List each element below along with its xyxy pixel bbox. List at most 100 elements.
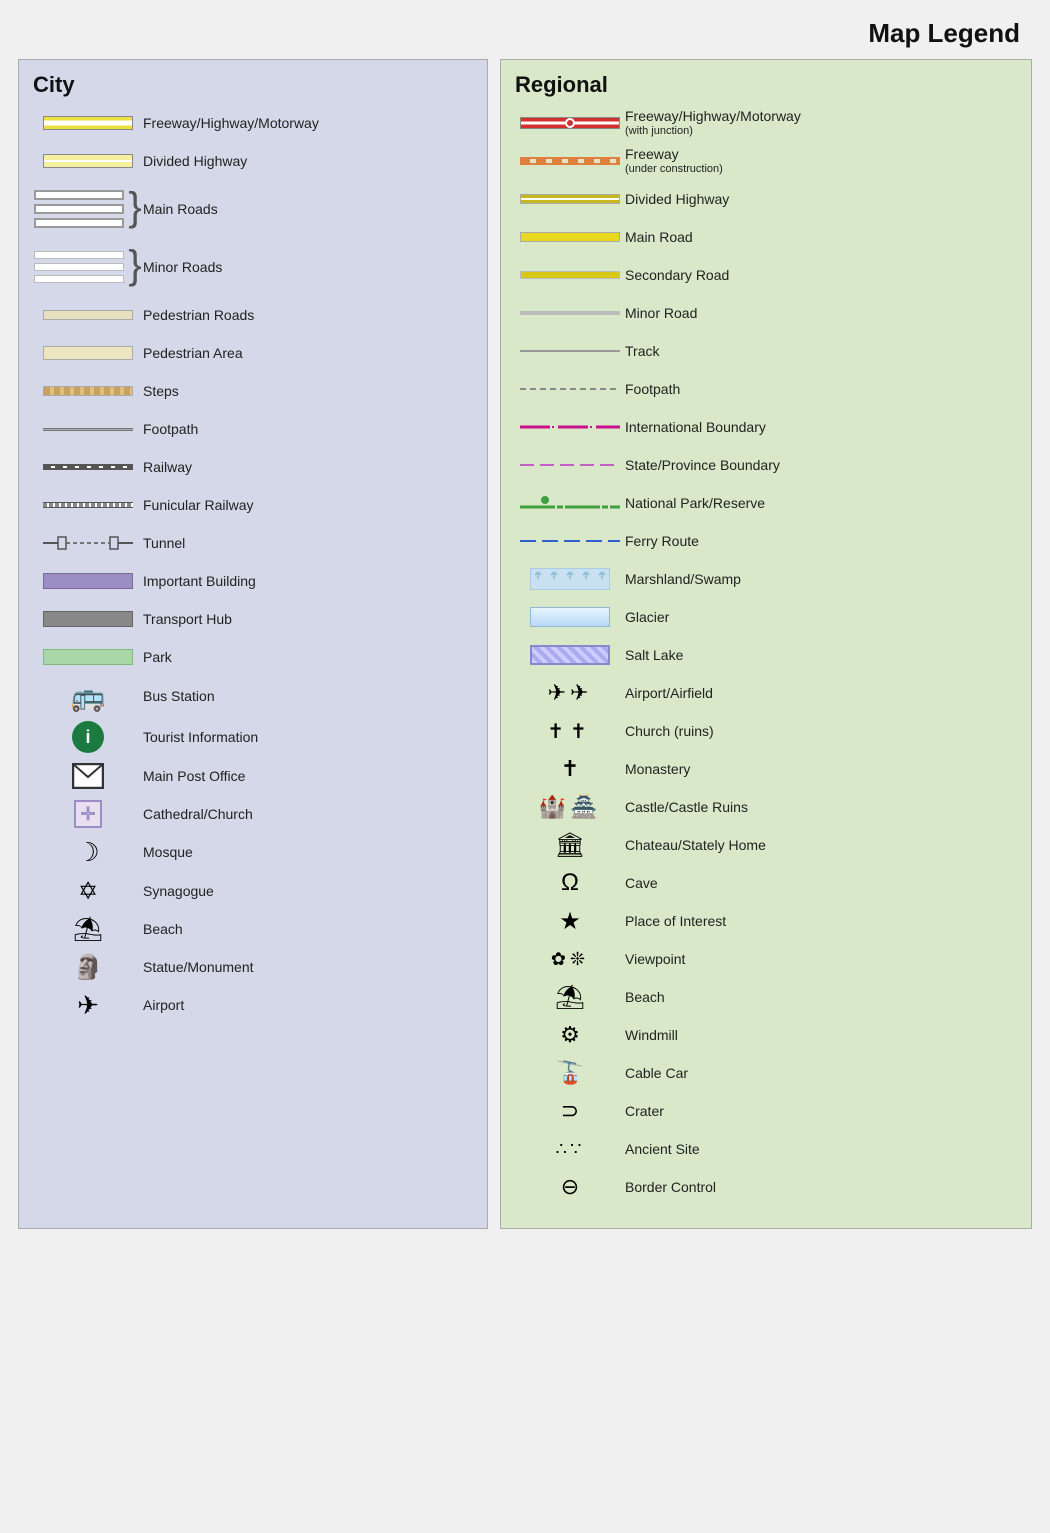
airplane-icon: ✈✈ (548, 680, 593, 706)
reg-viewpoint-symbol: ✿❊ (515, 949, 625, 970)
synagogue-label: Synagogue (143, 883, 214, 900)
cablecar-icon: 🚡 (556, 1060, 583, 1086)
reg-monastery-label: Monastery (625, 761, 690, 778)
reg-chateau-label: Chateau/Stately Home (625, 837, 766, 854)
list-item: ✈✈ Airport/Airfield (515, 678, 1017, 708)
list-item: Glacier (515, 602, 1017, 632)
chateau-icon: 🏛 (555, 831, 585, 860)
list-item: Secondary Road (515, 260, 1017, 290)
pedestrian-roads-label: Pedestrian Roads (143, 307, 254, 324)
reg-state-boundary-label: State/Province Boundary (625, 457, 780, 474)
tourist-info-label: Tourist Information (143, 729, 258, 746)
viewpoint-icon: ✿❊ (551, 949, 589, 970)
reg-airport-label: Airport/Airfield (625, 685, 713, 702)
mosque-label: Mosque (143, 844, 193, 861)
funicular-symbol (33, 502, 143, 508)
main-roads-label: Main Roads (143, 201, 218, 218)
list-item: i Tourist Information (33, 721, 473, 753)
reg-intl-boundary-symbol (515, 421, 625, 433)
freeway-label: Freeway/Highway/Motorway (143, 115, 319, 132)
star-icon: ★ (559, 907, 581, 936)
beach-city-label: Beach (143, 921, 183, 938)
reg-glacier-label: Glacier (625, 609, 669, 626)
list-item: Freeway (under construction) (515, 146, 1017, 176)
list-item: } Minor Roads (33, 242, 473, 292)
reg-cablecar-symbol: 🚡 (515, 1060, 625, 1086)
list-item: ✝✝ Church (ruins) (515, 716, 1017, 746)
reg-crater-label: Crater (625, 1103, 664, 1120)
envelope-icon (72, 763, 104, 789)
reg-cave-symbol: Ω (515, 869, 625, 897)
list-item: Park (33, 642, 473, 672)
important-building-label: Important Building (143, 573, 256, 590)
reg-monastery-symbol: ✝ (515, 756, 625, 782)
reg-secondary-label: Secondary Road (625, 267, 729, 284)
statue-label: Statue/Monument (143, 959, 254, 976)
reg-crater-symbol: ⊃ (515, 1098, 625, 1124)
crater-icon: ⊃ (561, 1098, 579, 1124)
castle-icon: 🏰🏯 (539, 794, 602, 820)
reg-nat-park-label: National Park/Reserve (625, 495, 765, 512)
regional-heading: Regional (515, 72, 1017, 98)
church-icon: ✝✝ (547, 719, 593, 744)
reg-freeway-label: Freeway/Highway/Motorway(with junction) (625, 108, 801, 138)
cathedral-label: Cathedral/Church (143, 806, 253, 823)
beach-city-symbol: ⛱ (33, 915, 143, 944)
list-item: Pedestrian Area (33, 338, 473, 368)
synagogue-symbol: ✡ (33, 877, 143, 906)
list-item: ★ Place of Interest (515, 906, 1017, 936)
list-item: Footpath (515, 374, 1017, 404)
cathedral-symbol: ✛ (33, 800, 143, 828)
bus-icon: 🚌 (71, 680, 106, 713)
reg-secondary-symbol (515, 271, 625, 279)
reg-marshland-symbol (515, 568, 625, 590)
list-item: Main Road (515, 222, 1017, 252)
list-item: 🚌 Bus Station (33, 680, 473, 713)
railway-label: Railway (143, 459, 192, 476)
reg-beach-symbol: ⛱ (515, 983, 625, 1012)
city-heading: City (33, 72, 473, 98)
transport-hub-label: Transport Hub (143, 611, 232, 628)
footpath-symbol (33, 428, 143, 431)
reg-freeway-symbol (515, 117, 625, 129)
border-icon: ⊖ (561, 1174, 579, 1200)
footpath-label: Footpath (143, 421, 198, 438)
list-item: 🏰🏯 Castle/Castle Ruins (515, 792, 1017, 822)
railway-symbol (33, 464, 143, 470)
reg-main-label: Main Road (625, 229, 693, 246)
marshland-icon (530, 568, 610, 590)
reg-intl-boundary-label: International Boundary (625, 419, 766, 436)
reg-salt-lake-symbol (515, 645, 625, 665)
statue-symbol: 🗿 (33, 953, 143, 982)
crescent-icon: ☽ (76, 837, 99, 868)
reg-state-boundary-symbol (515, 464, 625, 466)
list-item: 🚡 Cable Car (515, 1058, 1017, 1088)
brace-icon: } (128, 187, 141, 227)
reg-windmill-symbol: ⚙ (515, 1022, 625, 1048)
reg-beach-label: Beach (625, 989, 665, 1006)
tunnel-label: Tunnel (143, 535, 185, 552)
reg-border-symbol: ⊖ (515, 1174, 625, 1200)
reg-minor-label: Minor Road (625, 305, 697, 322)
reg-track-symbol (515, 350, 625, 352)
list-item: Steps (33, 376, 473, 406)
star-of-david-icon: ✡ (78, 877, 98, 906)
tunnel-symbol (33, 533, 143, 553)
reg-freeway-const-label: Freeway (under construction) (625, 146, 723, 176)
reg-glacier-symbol (515, 607, 625, 627)
windmill-icon: ⚙ (560, 1022, 580, 1048)
brace-icon: } (128, 245, 141, 285)
list-item: ∴∵ Ancient Site (515, 1134, 1017, 1164)
list-item: Funicular Railway (33, 490, 473, 520)
pedestrian-roads-symbol (33, 310, 143, 320)
freeway-symbol (33, 116, 143, 130)
reg-ferry-label: Ferry Route (625, 533, 699, 550)
funicular-label: Funicular Railway (143, 497, 253, 514)
list-item: Ferry Route (515, 526, 1017, 556)
post-office-symbol (33, 763, 143, 789)
main-roads-symbol: } (33, 190, 143, 228)
reg-cave-label: Cave (625, 875, 658, 892)
reg-ancient-label: Ancient Site (625, 1141, 700, 1158)
list-item: ✈ Airport (33, 990, 473, 1021)
reg-castle-label: Castle/Castle Ruins (625, 799, 748, 816)
